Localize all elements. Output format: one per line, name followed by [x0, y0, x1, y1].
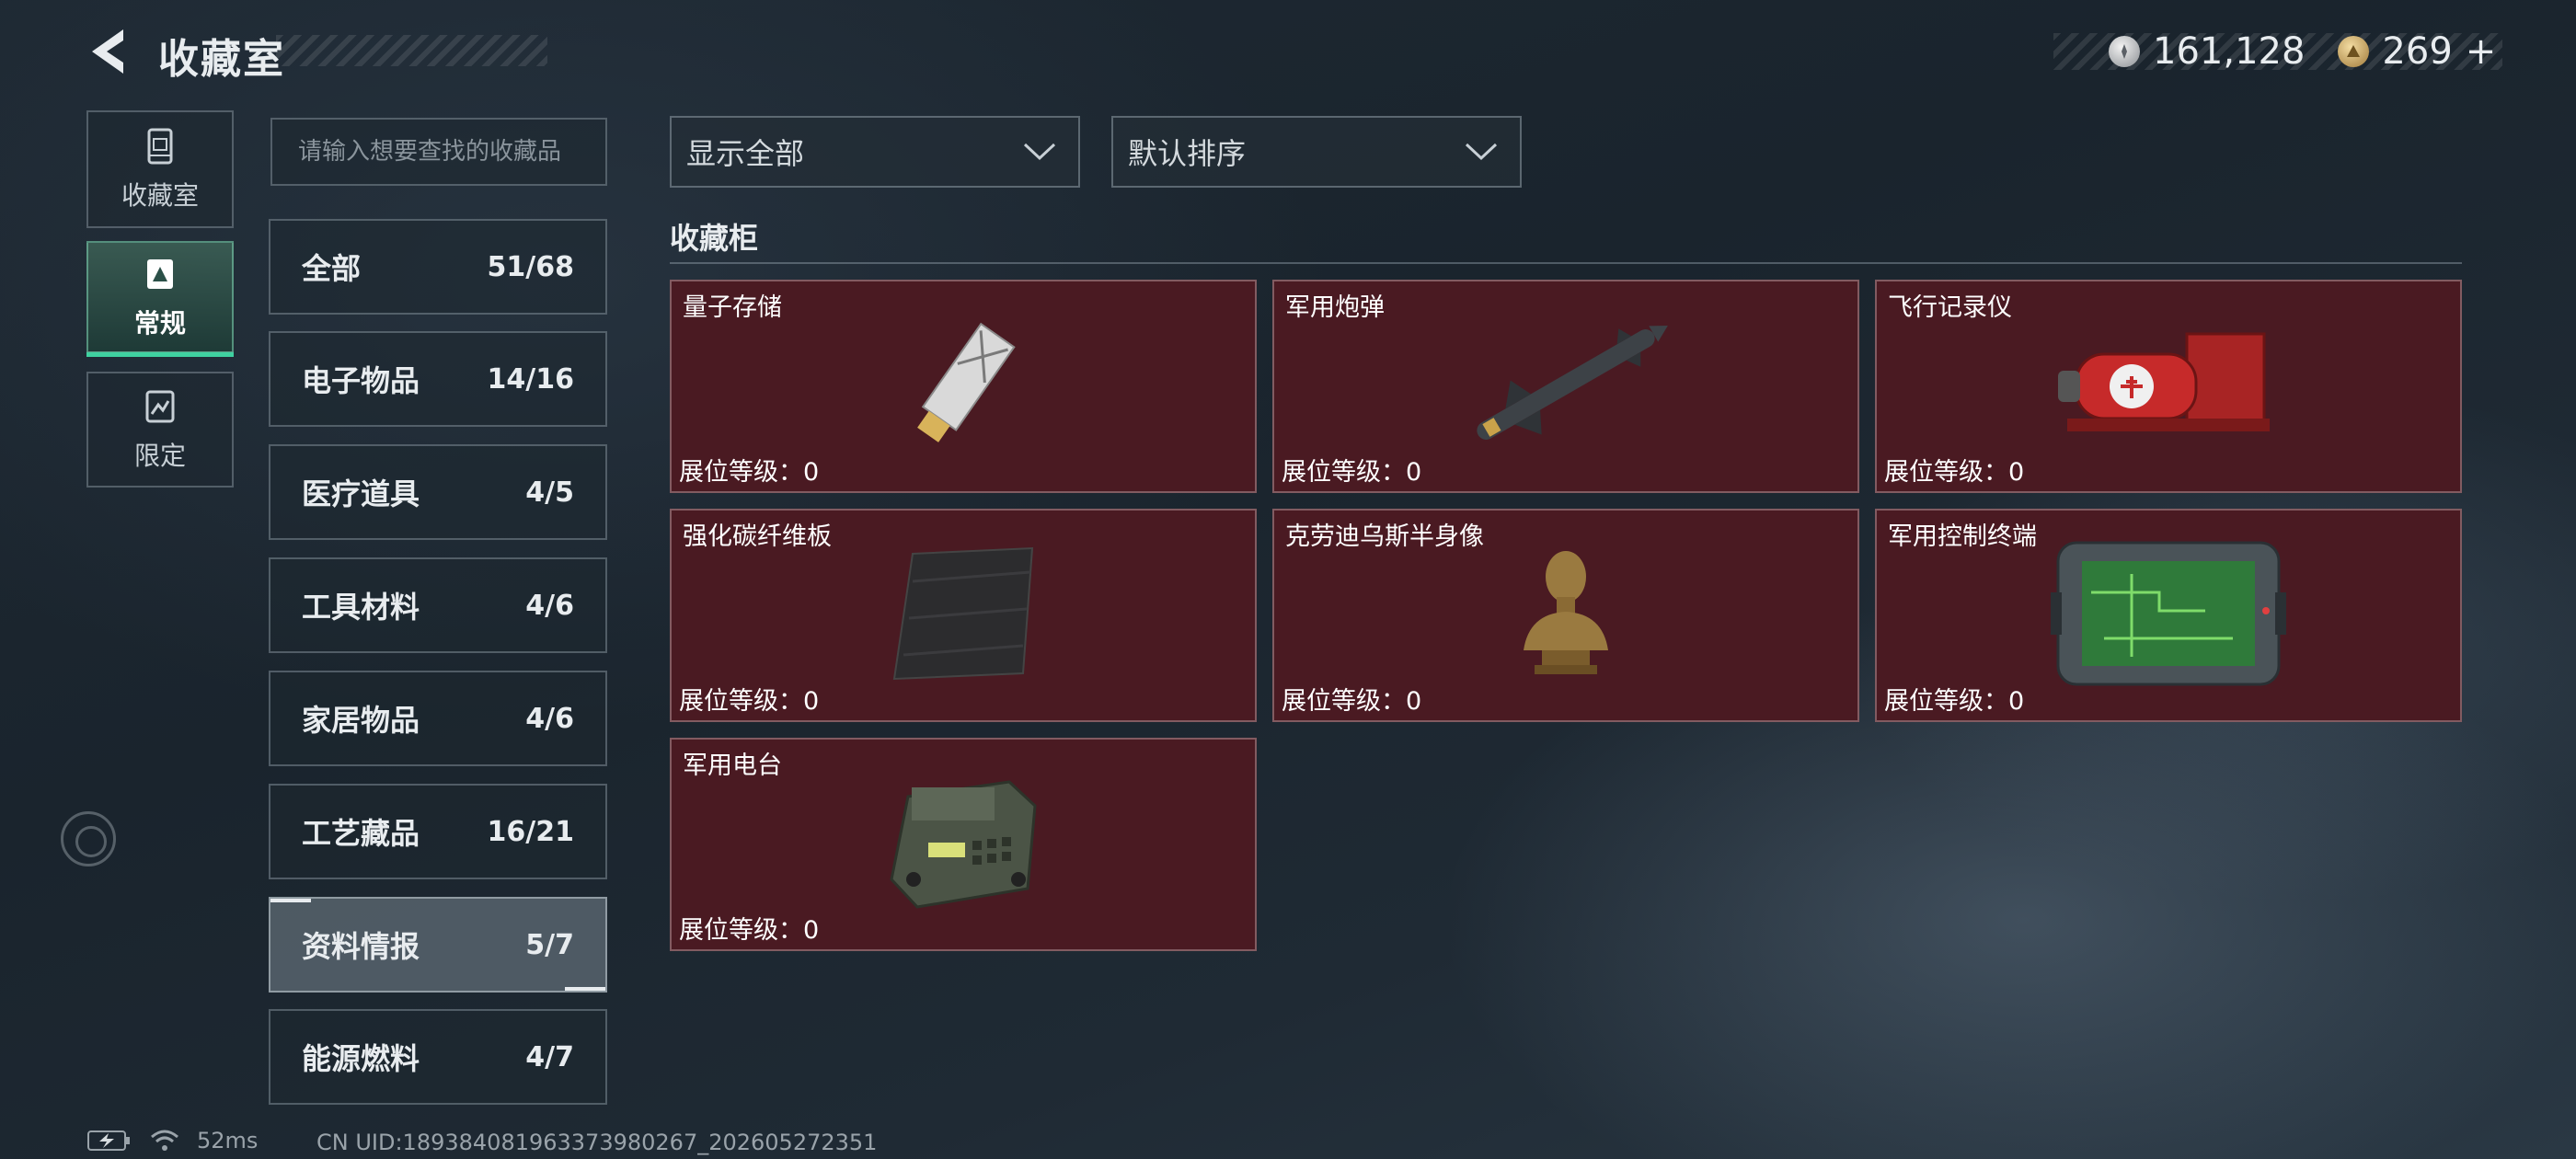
- battery-charging-icon: [87, 1130, 130, 1151]
- category-household[interactable]: 家居物品 4/6: [269, 671, 607, 766]
- add-currency-button[interactable]: +: [2466, 30, 2497, 73]
- regular-icon: [147, 259, 173, 289]
- item-card-claudius-bust[interactable]: 克劳迪乌斯半身像 展位等级：0: [1272, 509, 1859, 722]
- item-level: 展位等级：0: [1884, 458, 2025, 487]
- collection-room-icon: [147, 128, 173, 165]
- category-count: 4/6: [525, 589, 574, 622]
- item-level: 展位等级：0: [1282, 458, 1422, 487]
- sort-dropdown[interactable]: 默认排序: [1111, 116, 1522, 188]
- section-title: 收藏柜: [670, 221, 759, 256]
- category-label: 家居物品: [302, 703, 420, 738]
- side-tab-label: 常规: [133, 308, 186, 339]
- category-tools[interactable]: 工具材料 4/6: [269, 557, 607, 653]
- uid-text: CN UID:1893840819633739802​67_2026052723…: [316, 1130, 878, 1155]
- item-level: 展位等级：0: [679, 458, 820, 487]
- title-decoration: [276, 35, 547, 66]
- bust-icon: [1524, 551, 1608, 674]
- floating-menu-button[interactable]: [61, 811, 116, 866]
- page-title: 收藏室: [158, 36, 285, 83]
- category-energy[interactable]: 能源燃料 4/7: [269, 1009, 607, 1105]
- category-count: 4/5: [525, 476, 574, 509]
- back-icon[interactable]: [83, 24, 138, 79]
- category-medical[interactable]: 医疗道具 4/5: [269, 444, 607, 540]
- item-card-quantum-storage[interactable]: 量子存储 展位等级：0: [670, 280, 1257, 493]
- military-radio-icon: [890, 780, 1037, 909]
- gold-balance: 269: [2382, 30, 2453, 73]
- search-box: [270, 118, 607, 186]
- item-level: 展位等级：0: [1282, 687, 1422, 716]
- carbon-plate-icon: [892, 546, 1034, 681]
- item-level: 展位等级：0: [1884, 687, 2025, 716]
- section-divider: [670, 262, 2462, 264]
- side-tab-label: 限定: [133, 441, 186, 471]
- flight-recorder-icon: [2058, 332, 2270, 431]
- quantum-storage-icon: [917, 322, 1016, 442]
- silver-balance: 161,128: [2153, 30, 2306, 73]
- category-count: 14/16: [487, 362, 574, 396]
- search-input[interactable]: [272, 120, 605, 184]
- wifi-icon: [151, 1130, 178, 1151]
- side-tab-collection-room[interactable]: 收藏室: [86, 110, 234, 228]
- category-label: 电子物品: [302, 363, 420, 398]
- category-count: 16/21: [487, 815, 574, 848]
- category-label: 资料情报: [302, 929, 420, 964]
- category-count: 4/6: [525, 702, 574, 735]
- side-tab-regular[interactable]: 常规: [86, 241, 234, 357]
- category-label: 工艺藏品: [302, 816, 420, 851]
- chevron-down-icon: [1465, 143, 1498, 161]
- item-card-military-radio[interactable]: 军用电台 展位等级：0: [670, 738, 1257, 951]
- category-crafts[interactable]: 工艺藏品 16/21: [269, 784, 607, 879]
- item-level: 展位等级：0: [679, 916, 820, 945]
- gold-coin-icon: [2338, 36, 2370, 67]
- currency-bar: 161,128 269 +: [2053, 30, 2502, 73]
- show-filter-value: 显示全部: [686, 136, 805, 171]
- status-bar: 52ms: [86, 1128, 258, 1153]
- category-label: 医疗道具: [302, 476, 420, 511]
- item-card-flight-recorder[interactable]: 飞行记录仪 展位等级：0: [1875, 280, 2462, 493]
- side-tab-limited[interactable]: 限定: [86, 372, 234, 488]
- side-tab-label: 收藏室: [121, 180, 199, 211]
- ping-text: 52ms: [197, 1128, 259, 1153]
- category-count: 4/7: [525, 1040, 574, 1073]
- item-card-carbon-plate[interactable]: 强化碳纤维板 展位等级：0: [670, 509, 1257, 722]
- category-count: 51/68: [487, 250, 574, 283]
- item-card-control-terminal[interactable]: 军用控制终端 展位等级：0: [1875, 509, 2462, 722]
- category-electronics[interactable]: 电子物品 14/16: [269, 331, 607, 427]
- category-all[interactable]: 全部 51/68: [269, 219, 607, 315]
- category-count: 5/7: [525, 928, 574, 961]
- limited-icon: [145, 390, 175, 423]
- category-intel[interactable]: 资料情报 5/7: [269, 897, 607, 993]
- category-label: 能源燃料: [302, 1041, 420, 1076]
- category-label: 全部: [302, 251, 362, 286]
- sort-value: 默认排序: [1128, 136, 1247, 171]
- missile-icon: [1477, 326, 1668, 440]
- item-level: 展位等级：0: [679, 687, 820, 716]
- show-filter-dropdown[interactable]: 显示全部: [670, 116, 1080, 188]
- chevron-down-icon: [1023, 143, 1056, 161]
- category-label: 工具材料: [302, 590, 420, 625]
- silver-coin-icon: [2109, 36, 2140, 67]
- control-terminal-icon: [2051, 541, 2286, 686]
- item-card-military-shell[interactable]: 军用炮弹 展位等级：0: [1272, 280, 1859, 493]
